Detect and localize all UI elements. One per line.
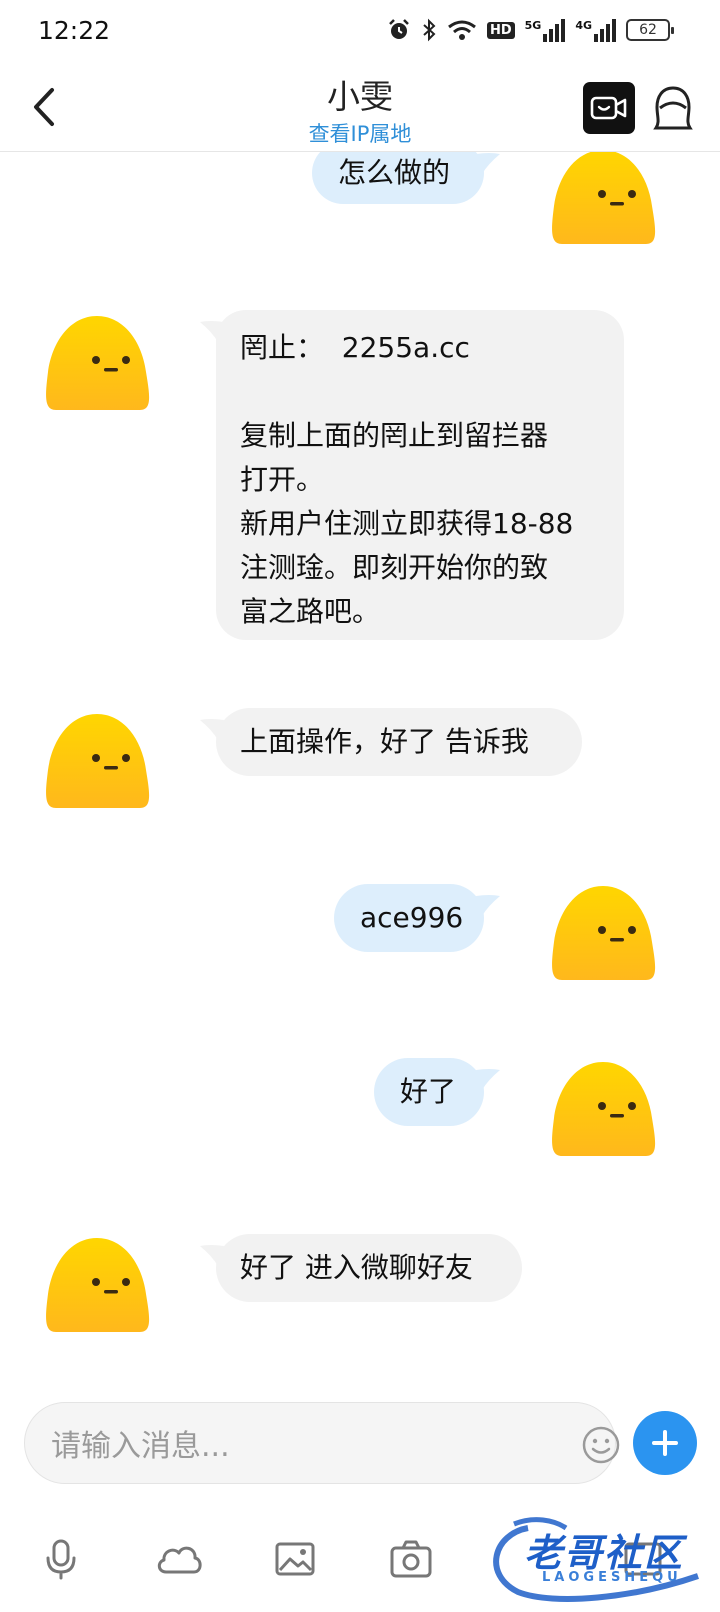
watermark-text: 老哥社区 (524, 1531, 685, 1575)
my-avatar[interactable] (548, 152, 658, 248)
hd-voice-icon: HD (486, 21, 515, 39)
bubble-tail (476, 153, 500, 174)
bubble-tail (476, 895, 500, 916)
contact-avatar[interactable] (42, 312, 152, 414)
message-bubble[interactable]: 好了 进入微聊好友 (200, 1234, 522, 1302)
bluetooth-icon (423, 18, 436, 42)
microphone-icon[interactable] (38, 1536, 84, 1582)
video-call-icon (590, 96, 627, 120)
video-call-button[interactable] (583, 82, 635, 134)
bubble-tail (200, 321, 224, 342)
contact-avatar[interactable] (42, 1234, 152, 1336)
cloud-icon[interactable] (154, 1536, 204, 1582)
chat-header: 小雯 查看IP属地 (0, 64, 720, 152)
message-bubble[interactable]: ace996 (334, 884, 500, 952)
bubble-tail (476, 1069, 500, 1090)
watermark-subtext: LAOGESHEQU (542, 1570, 682, 1585)
message-bubble[interactable]: 上面操作，好了 告诉我 (200, 708, 582, 776)
message-text: 好了 (400, 1075, 457, 1108)
bubble-tail (200, 1245, 224, 1266)
signal-5g-label: 5G (524, 18, 542, 32)
alarm-icon (389, 19, 409, 39)
message-text: 上面操作，好了 告诉我 (240, 725, 529, 758)
message-text: ace996 (360, 901, 464, 934)
emoji-icon[interactable] (581, 1425, 621, 1465)
bubble-tail (200, 719, 224, 740)
message-input-placeholder: 请输入消息... (51, 1429, 230, 1464)
plus-icon (652, 1430, 678, 1456)
signal-5g-icon: 5G (524, 18, 566, 42)
wifi-icon (448, 20, 476, 40)
message-bubble[interactable]: 好了 (374, 1058, 500, 1126)
message-text: 罔止： 2255a.cc 复制上面的罔止到留拦器 打开。 新用户住测立即获得18… (240, 331, 574, 628)
signal-4g-label: 4G (575, 18, 592, 32)
profile-icon[interactable] (650, 82, 696, 134)
message-input[interactable]: 请输入消息... (24, 1402, 620, 1484)
message-bubble[interactable]: 罔止： 2255a.cc 复制上面的罔止到留拦器 打开。 新用户住测立即获得18… (200, 310, 624, 640)
watermark-logo: 老哥社区 LAOGESHEQU (484, 1514, 710, 1602)
image-icon[interactable] (272, 1536, 318, 1582)
message-bubble[interactable]: 怎么做的 (312, 152, 500, 204)
status-bar: 12:22 HD 5G 4G 62 (0, 0, 720, 64)
camera-icon[interactable] (388, 1536, 434, 1582)
battery-icon: 62 (626, 19, 674, 41)
message-text: 好了 进入微聊好友 (240, 1251, 473, 1284)
input-bar: 请输入消息... (0, 1402, 720, 1497)
my-avatar[interactable] (548, 1058, 658, 1160)
contact-avatar[interactable] (42, 710, 152, 812)
signal-4g-icon: 4G (575, 18, 616, 42)
message-text: 怎么做的 (338, 156, 451, 189)
add-attachment-button[interactable] (633, 1411, 697, 1475)
my-avatar[interactable] (548, 882, 658, 984)
status-icons: HD 5G 4G 62 (387, 18, 674, 42)
message-list[interactable]: 怎么做的罔止： 2255a.cc 复制上面的罔止到留拦器 打开。 新用户住测立即… (0, 152, 720, 1402)
status-time: 12:22 (38, 16, 111, 45)
